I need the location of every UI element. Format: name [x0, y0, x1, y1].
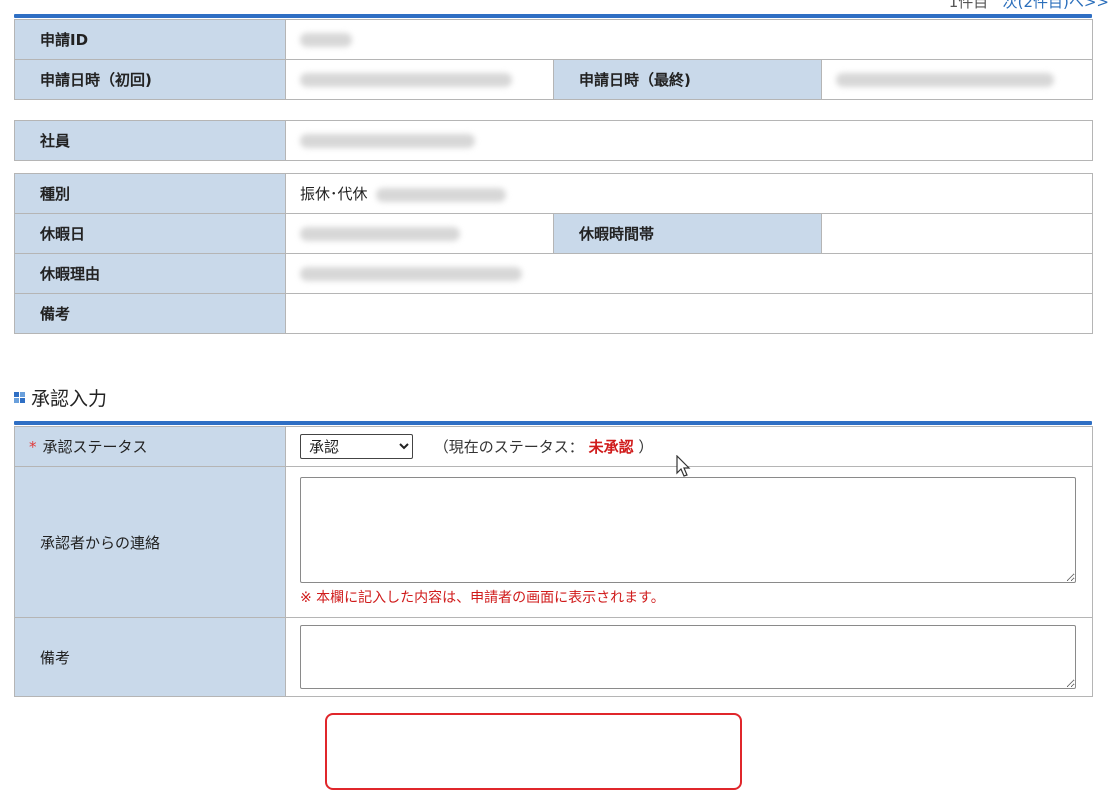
mouse-pointer-icon — [676, 455, 691, 477]
table-row: 休暇理由 — [14, 253, 1093, 294]
leave-type-text: 振休･代休 — [300, 185, 368, 203]
row-label: 申請ID — [14, 19, 286, 60]
table-row: 種別 振休･代休 — [14, 173, 1093, 214]
row-label: 休暇時間帯 — [553, 213, 822, 254]
row-label: 備考 — [14, 293, 286, 334]
row-label: 申請日時（初回) — [14, 59, 286, 100]
leave-details-table: 種別 振休･代休 休暇日 休暇時間帯 休暇理由 備考 — [14, 173, 1093, 334]
status-label-cell: * 承認ステータス — [14, 426, 286, 467]
status-select[interactable]: 承認 — [300, 434, 413, 459]
first-submitted-value — [285, 59, 554, 100]
leave-reason-value — [285, 253, 1093, 294]
application-id-table: 申請ID 申請日時（初回) 申請日時（最終) — [14, 19, 1094, 100]
message-note: ※ 本欄に記入した内容は、申請者の画面に表示されます。 — [300, 590, 665, 606]
message-textarea[interactable] — [300, 477, 1076, 583]
message-cell: ※ 本欄に記入した内容は、申請者の画面に表示されます。 — [285, 466, 1093, 618]
pager-current: 1件目 — [948, 0, 989, 11]
message-label: 承認者からの連絡 — [14, 466, 286, 618]
header-bar — [14, 14, 1092, 18]
table-row: 申請日時（初回) 申請日時（最終) — [14, 59, 1094, 100]
employee-value — [285, 120, 1093, 161]
current-status: （現在のステータス： 未承認 ） — [434, 438, 654, 456]
row-label: 種別 — [14, 173, 286, 214]
table-row: 休暇日 休暇時間帯 — [14, 213, 1093, 254]
remarks-textarea[interactable] — [300, 625, 1076, 689]
remarks-label: 備考 — [14, 617, 286, 697]
pager-next-link[interactable]: 次(2件目)へ>> — [1003, 0, 1109, 11]
row-label: 休暇日 — [14, 213, 286, 254]
table-row: 承認者からの連絡 ※ 本欄に記入した内容は、申請者の画面に表示されます。 — [14, 466, 1093, 618]
section-title: 承認入力 — [14, 384, 107, 411]
leave-timeslot-value — [821, 213, 1093, 254]
section-bar — [14, 421, 1092, 425]
remarks-cell — [285, 617, 1093, 697]
highlight-frame — [325, 713, 742, 790]
table-row: 社員 — [14, 120, 1093, 161]
table-row: 備考 — [14, 617, 1093, 697]
section-grid-icon — [14, 392, 25, 403]
row-label: 休暇理由 — [14, 253, 286, 294]
table-row: 申請ID — [14, 19, 1094, 60]
current-status-suffix: ） — [638, 437, 654, 456]
status-label: 承認ステータス — [42, 438, 148, 456]
required-mark: * — [29, 438, 37, 456]
current-status-prefix: （現在のステータス： — [433, 437, 584, 456]
table-row: * 承認ステータス 承認 （現在のステータス： 未承認 ） — [14, 426, 1093, 467]
row-label: 申請日時（最終) — [553, 59, 822, 100]
leave-type-value: 振休･代休 — [285, 173, 1093, 214]
table-row: 備考 — [14, 293, 1093, 334]
section-title-text: 承認入力 — [31, 388, 108, 410]
row-label: 社員 — [14, 120, 286, 161]
pagination: 1件目 次(2件目)へ>> — [949, 0, 1109, 12]
application-id-value — [284, 19, 1094, 60]
current-status-value: 未承認 — [588, 437, 634, 456]
employee-table: 社員 — [14, 120, 1093, 161]
leave-date-value — [285, 213, 554, 254]
last-submitted-value — [820, 59, 1094, 100]
approval-form-table: * 承認ステータス 承認 （現在のステータス： 未承認 ） 承認者からの連絡 ※ … — [14, 426, 1093, 697]
remarks-value — [285, 293, 1093, 334]
